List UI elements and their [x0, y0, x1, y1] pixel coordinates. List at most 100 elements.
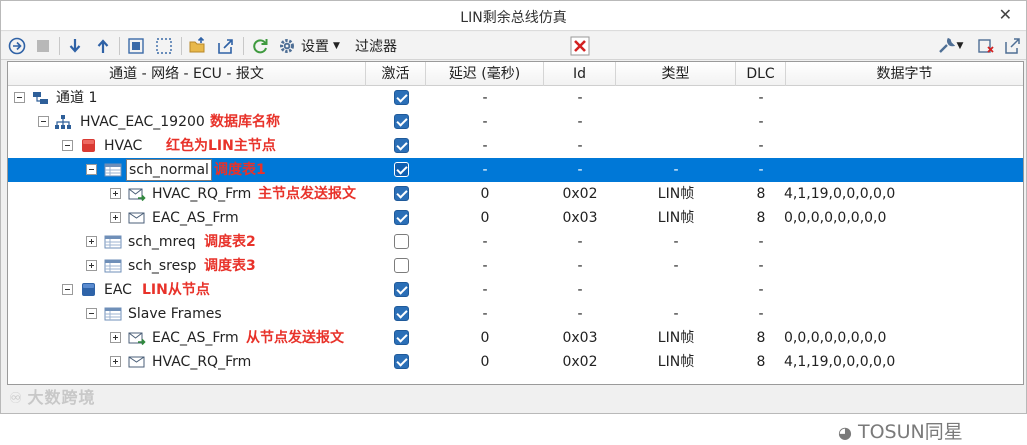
tree-row-frame[interactable]: EAC_AS_Frm 从节点发送报文 0 0x03 LIN帧 8 0,0,0,0…	[8, 326, 1023, 350]
expand-icon[interactable]	[86, 260, 97, 271]
move-down-icon[interactable]	[65, 35, 85, 57]
active-checkbox[interactable]	[394, 90, 409, 105]
active-checkbox[interactable]	[394, 234, 409, 249]
watermark-left-text: 大数跨境	[27, 388, 96, 407]
tree-row-ecu-slave[interactable]: EAC LIN从节点 - - -	[8, 278, 1023, 302]
tree-item-label: sch_sresp	[128, 258, 197, 274]
active-checkbox[interactable]	[394, 162, 409, 177]
watermark-tosun-text: TOSUN同星	[857, 421, 963, 443]
delay-value: 0	[480, 354, 490, 370]
tree-item-label[interactable]: sch_normal	[126, 159, 212, 181]
annotation-label: 主节点发送报文	[258, 186, 356, 202]
active-checkbox[interactable]	[394, 306, 409, 321]
status-bar: ♾ 大数跨境	[1, 386, 1026, 413]
open-folder-icon[interactable]	[187, 35, 209, 57]
wrench-icon[interactable]: ▼	[935, 35, 965, 57]
filter-label-container: 过滤器	[355, 35, 397, 57]
rx-frame-icon	[128, 356, 145, 368]
dlc-value: -	[758, 162, 764, 178]
dlc-value: -	[758, 90, 764, 106]
tree-row-frame[interactable]: HVAC_RQ_Frm 主节点发送报文 0 0x02 LIN帧 8 4,1,19…	[8, 182, 1023, 206]
clear-filter-icon[interactable]	[569, 35, 591, 57]
tree-item-label: Slave Frames	[128, 306, 222, 322]
active-checkbox[interactable]	[394, 138, 409, 153]
tree-row-schedule-selected[interactable]: sch_normal 调度表1 - - - -	[8, 158, 1023, 182]
id-value: -	[577, 162, 583, 178]
collapse-icon[interactable]	[62, 140, 73, 151]
title-bar: LIN剩余总线仿真 ✕	[1, 1, 1026, 31]
tree-row-frame[interactable]: HVAC_RQ_Frm 0 0x02 LIN帧 8 4,1,19,0,0,0,0…	[8, 350, 1023, 374]
column-header-path[interactable]: 通道 - 网络 - ECU - 报文	[8, 62, 366, 86]
dlc-value: -	[758, 282, 764, 298]
go-icon[interactable]	[7, 35, 27, 57]
active-checkbox[interactable]	[394, 354, 409, 369]
expand-icon[interactable]	[110, 188, 121, 199]
tree-item-label: EAC_AS_Frm	[152, 210, 239, 226]
settings-label: 设置	[301, 39, 329, 55]
toolbar-divider	[181, 37, 182, 55]
tx-frame-icon	[128, 332, 146, 346]
id-value: 0x02	[562, 186, 598, 202]
dlc-value: 8	[756, 330, 766, 346]
delay-value: -	[482, 258, 488, 274]
dlc-value: -	[758, 258, 764, 274]
expand-icon[interactable]	[110, 356, 121, 367]
expand-icon[interactable]	[110, 332, 121, 343]
annotation-label: 调度表2	[204, 234, 256, 250]
settings-menu-button[interactable]: 设置 ▼	[301, 35, 340, 57]
tree-item-label: HVAC_RQ_Frm	[152, 186, 252, 202]
tree-row-schedule[interactable]: sch_mreq 调度表2 - - - -	[8, 230, 1023, 254]
tree-item-label: EAC_AS_Frm	[152, 330, 239, 346]
close-panel-icon[interactable]	[975, 35, 997, 57]
column-header-active[interactable]: 激活	[366, 62, 426, 86]
collapse-icon[interactable]	[38, 116, 49, 127]
deselect-all-icon[interactable]	[153, 35, 175, 57]
expand-icon[interactable]	[110, 212, 121, 223]
column-header-data[interactable]: 数据字节	[786, 62, 1023, 86]
column-header-type[interactable]: 类型	[616, 62, 736, 86]
lin-rbs-window: LIN剩余总线仿真 ✕ 设置 ▼ 过滤器 ▼ 通道 - 网络 - ECU - 报…	[0, 0, 1027, 443]
refresh-icon[interactable]	[249, 35, 271, 57]
type-value: -	[673, 234, 679, 250]
stop-icon[interactable]	[33, 35, 53, 57]
id-value: 0x02	[562, 354, 598, 370]
delay-value: -	[482, 90, 488, 106]
collapse-icon[interactable]	[62, 284, 73, 295]
schedule-table-icon	[104, 307, 122, 321]
tree-row-channel[interactable]: 通道 1 - - -	[8, 86, 1023, 110]
export-icon[interactable]	[215, 35, 237, 57]
active-checkbox[interactable]	[394, 210, 409, 225]
close-icon[interactable]: ✕	[999, 5, 1012, 24]
column-header-id[interactable]: Id	[544, 62, 616, 86]
delay-value: -	[482, 234, 488, 250]
id-value: -	[577, 234, 583, 250]
toolbar: 设置 ▼ 过滤器 ▼	[1, 32, 1026, 60]
rbs-tree-view[interactable]: 通道 - 网络 - ECU - 报文 激活 延迟 (毫秒) Id 类型 DLC …	[7, 61, 1024, 443]
active-checkbox[interactable]	[394, 330, 409, 345]
network-icon	[55, 115, 71, 129]
tree-row-slave-frames[interactable]: Slave Frames - - - -	[8, 302, 1023, 326]
collapse-icon[interactable]	[86, 308, 97, 319]
column-header-delay[interactable]: 延迟 (毫秒)	[426, 62, 544, 86]
expand-icon[interactable]	[86, 236, 97, 247]
data-bytes-value: 0,0,0,0,0,0,0,0	[784, 330, 887, 346]
collapse-icon[interactable]	[14, 92, 25, 103]
tree-row-ecu-master[interactable]: HVAC 红色为LIN主节点 - - -	[8, 134, 1023, 158]
active-checkbox[interactable]	[394, 186, 409, 201]
type-value: LIN帧	[657, 354, 695, 370]
move-up-icon[interactable]	[93, 35, 113, 57]
delay-value: -	[482, 282, 488, 298]
select-all-icon[interactable]	[125, 35, 147, 57]
tree-row-schedule[interactable]: sch_sresp 调度表3 - - - -	[8, 254, 1023, 278]
tree-item-label: HVAC	[104, 138, 143, 154]
tree-row-database[interactable]: HVAC_EAC_19200 数据库名称 - - -	[8, 110, 1023, 134]
popout-icon[interactable]	[1001, 35, 1023, 57]
active-checkbox[interactable]	[394, 282, 409, 297]
tree-item-label: sch_mreq	[128, 234, 196, 250]
tree-row-frame[interactable]: EAC_AS_Frm 0 0x03 LIN帧 8 0,0,0,0,0,0,0,0	[8, 206, 1023, 230]
active-checkbox[interactable]	[394, 114, 409, 129]
active-checkbox[interactable]	[394, 258, 409, 273]
collapse-icon[interactable]	[86, 164, 97, 175]
gear-icon[interactable]	[277, 35, 297, 57]
column-header-dlc[interactable]: DLC	[736, 62, 786, 86]
